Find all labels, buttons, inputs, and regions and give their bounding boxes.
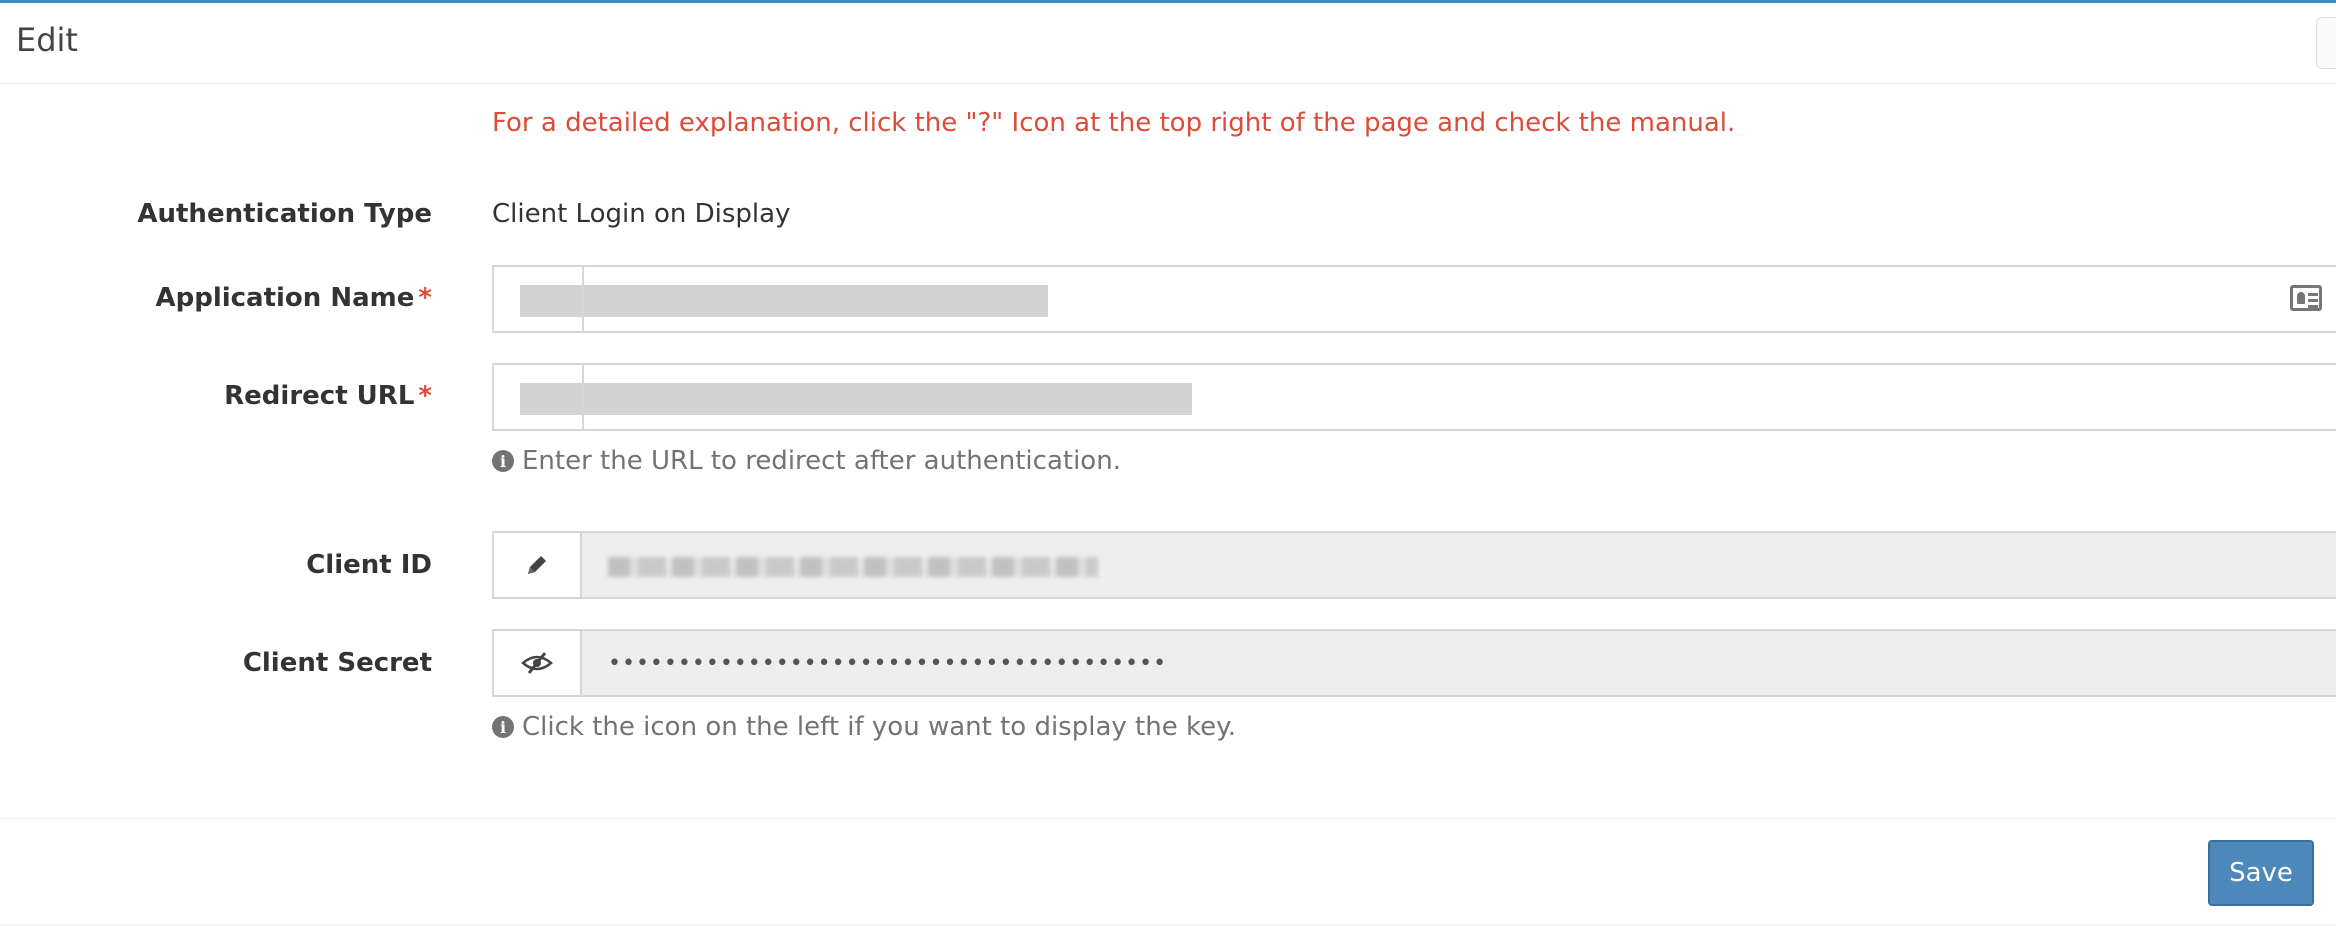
required-marker: *: [418, 381, 432, 411]
application-name-label-text: Application Name: [155, 283, 415, 313]
redirect-url-help: i Enter the URL to redirect after authen…: [492, 446, 1121, 476]
application-name-group: [492, 265, 2336, 333]
manual-notice: For a detailed explanation, click the "?…: [492, 108, 1736, 138]
client-secret-group: ••••••••••••••••••••••••••••••••••••••••: [492, 629, 2336, 697]
application-name-input[interactable]: [494, 267, 2336, 331]
redacted-value: [520, 383, 1192, 415]
box-header: Edit: [0, 3, 2336, 84]
client-id-edit-button[interactable]: [494, 533, 582, 597]
application-name-label: Application Name *: [155, 283, 432, 313]
required-marker: *: [418, 283, 432, 313]
redirect-url-label: Redirect URL *: [224, 381, 432, 411]
redirect-url-label-text: Redirect URL: [224, 381, 415, 411]
save-button[interactable]: Save: [2208, 840, 2314, 906]
toggle-secret-visibility-button[interactable]: [494, 631, 582, 695]
auth-type-label-text: Authentication Type: [137, 199, 432, 229]
eye-slash-icon: [521, 652, 553, 674]
redirect-url-group: [492, 363, 2336, 431]
redirect-url-input[interactable]: [494, 365, 2336, 429]
auth-type-label: Authentication Type: [137, 199, 432, 229]
client-secret-help: i Click the icon on the left if you want…: [492, 712, 1236, 742]
client-secret-input[interactable]: ••••••••••••••••••••••••••••••••••••••••: [582, 631, 2336, 695]
page-title: Edit: [16, 21, 78, 59]
header-tool-button[interactable]: [2316, 17, 2336, 69]
pencil-icon: [528, 556, 546, 574]
info-icon: i: [492, 450, 514, 472]
client-secret-help-text: Click the icon on the left if you want t…: [522, 712, 1237, 742]
client-id-input[interactable]: [582, 533, 2336, 597]
client-secret-label-text: Client Secret: [242, 648, 432, 678]
client-id-label: Client ID: [306, 550, 432, 580]
redacted-value: [608, 557, 1098, 577]
field-divider: [582, 267, 584, 331]
auth-type-value: Client Login on Display: [492, 199, 791, 229]
client-id-label-text: Client ID: [306, 550, 432, 580]
client-secret-label: Client Secret: [243, 648, 432, 678]
footer-divider: [0, 818, 2336, 819]
redacted-value: [520, 285, 1048, 317]
client-id-group: [492, 531, 2336, 599]
field-divider: [582, 365, 584, 429]
redirect-url-help-text: Enter the URL to redirect after authenti…: [522, 446, 1121, 476]
id-card-icon: [2290, 285, 2322, 311]
info-icon: i: [492, 716, 514, 738]
